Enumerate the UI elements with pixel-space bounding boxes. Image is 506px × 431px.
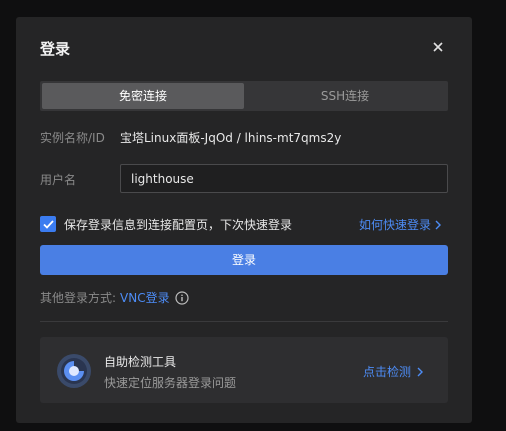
tool-subtitle: 快速定位服务器登录问题 — [104, 376, 237, 390]
run-check-link[interactable]: 点击检测 — [363, 363, 424, 380]
self-check-tool-card: 自助检测工具 快速定位服务器登录问题 点击检测 — [40, 337, 448, 403]
quick-login-help-label: 如何快速登录 — [359, 218, 432, 232]
close-icon[interactable] — [430, 39, 446, 55]
vnc-login-link[interactable]: VNC登录 — [120, 289, 170, 306]
other-login-methods: 其他登录方式: VNC登录 — [40, 289, 189, 306]
other-login-label: 其他登录方式: — [40, 291, 117, 305]
tool-title: 自助检测工具 — [104, 355, 177, 369]
remember-label: 保存登录信息到连接配置页，下次快速登录 — [64, 218, 293, 232]
divider — [40, 321, 448, 322]
quick-login-help-link[interactable]: 如何快速登录 — [359, 216, 442, 233]
chevron-right-icon — [435, 220, 442, 229]
username-input[interactable] — [120, 164, 448, 193]
login-button[interactable]: 登录 — [40, 245, 448, 275]
instance-value: 宝塔Linux面板-JqOd / lhins-mt7qms2y — [120, 131, 342, 145]
dialog-title: 登录 — [40, 40, 71, 58]
connection-tabs: 免密连接 SSH连接 — [40, 81, 448, 111]
info-icon[interactable] — [175, 290, 189, 305]
tab-ssh[interactable]: SSH连接 — [244, 83, 446, 109]
chevron-right-icon — [417, 367, 424, 376]
instance-label: 实例名称/ID — [40, 131, 105, 145]
remember-checkbox[interactable] — [40, 216, 56, 232]
run-check-label: 点击检测 — [363, 365, 412, 379]
diagnostic-tool-icon — [56, 353, 92, 389]
username-label: 用户名 — [40, 173, 77, 187]
tab-passwordless[interactable]: 免密连接 — [42, 83, 244, 109]
login-dialog: 登录 免密连接 SSH连接 实例名称/ID 宝塔Linux面板-JqOd / l… — [16, 17, 472, 423]
